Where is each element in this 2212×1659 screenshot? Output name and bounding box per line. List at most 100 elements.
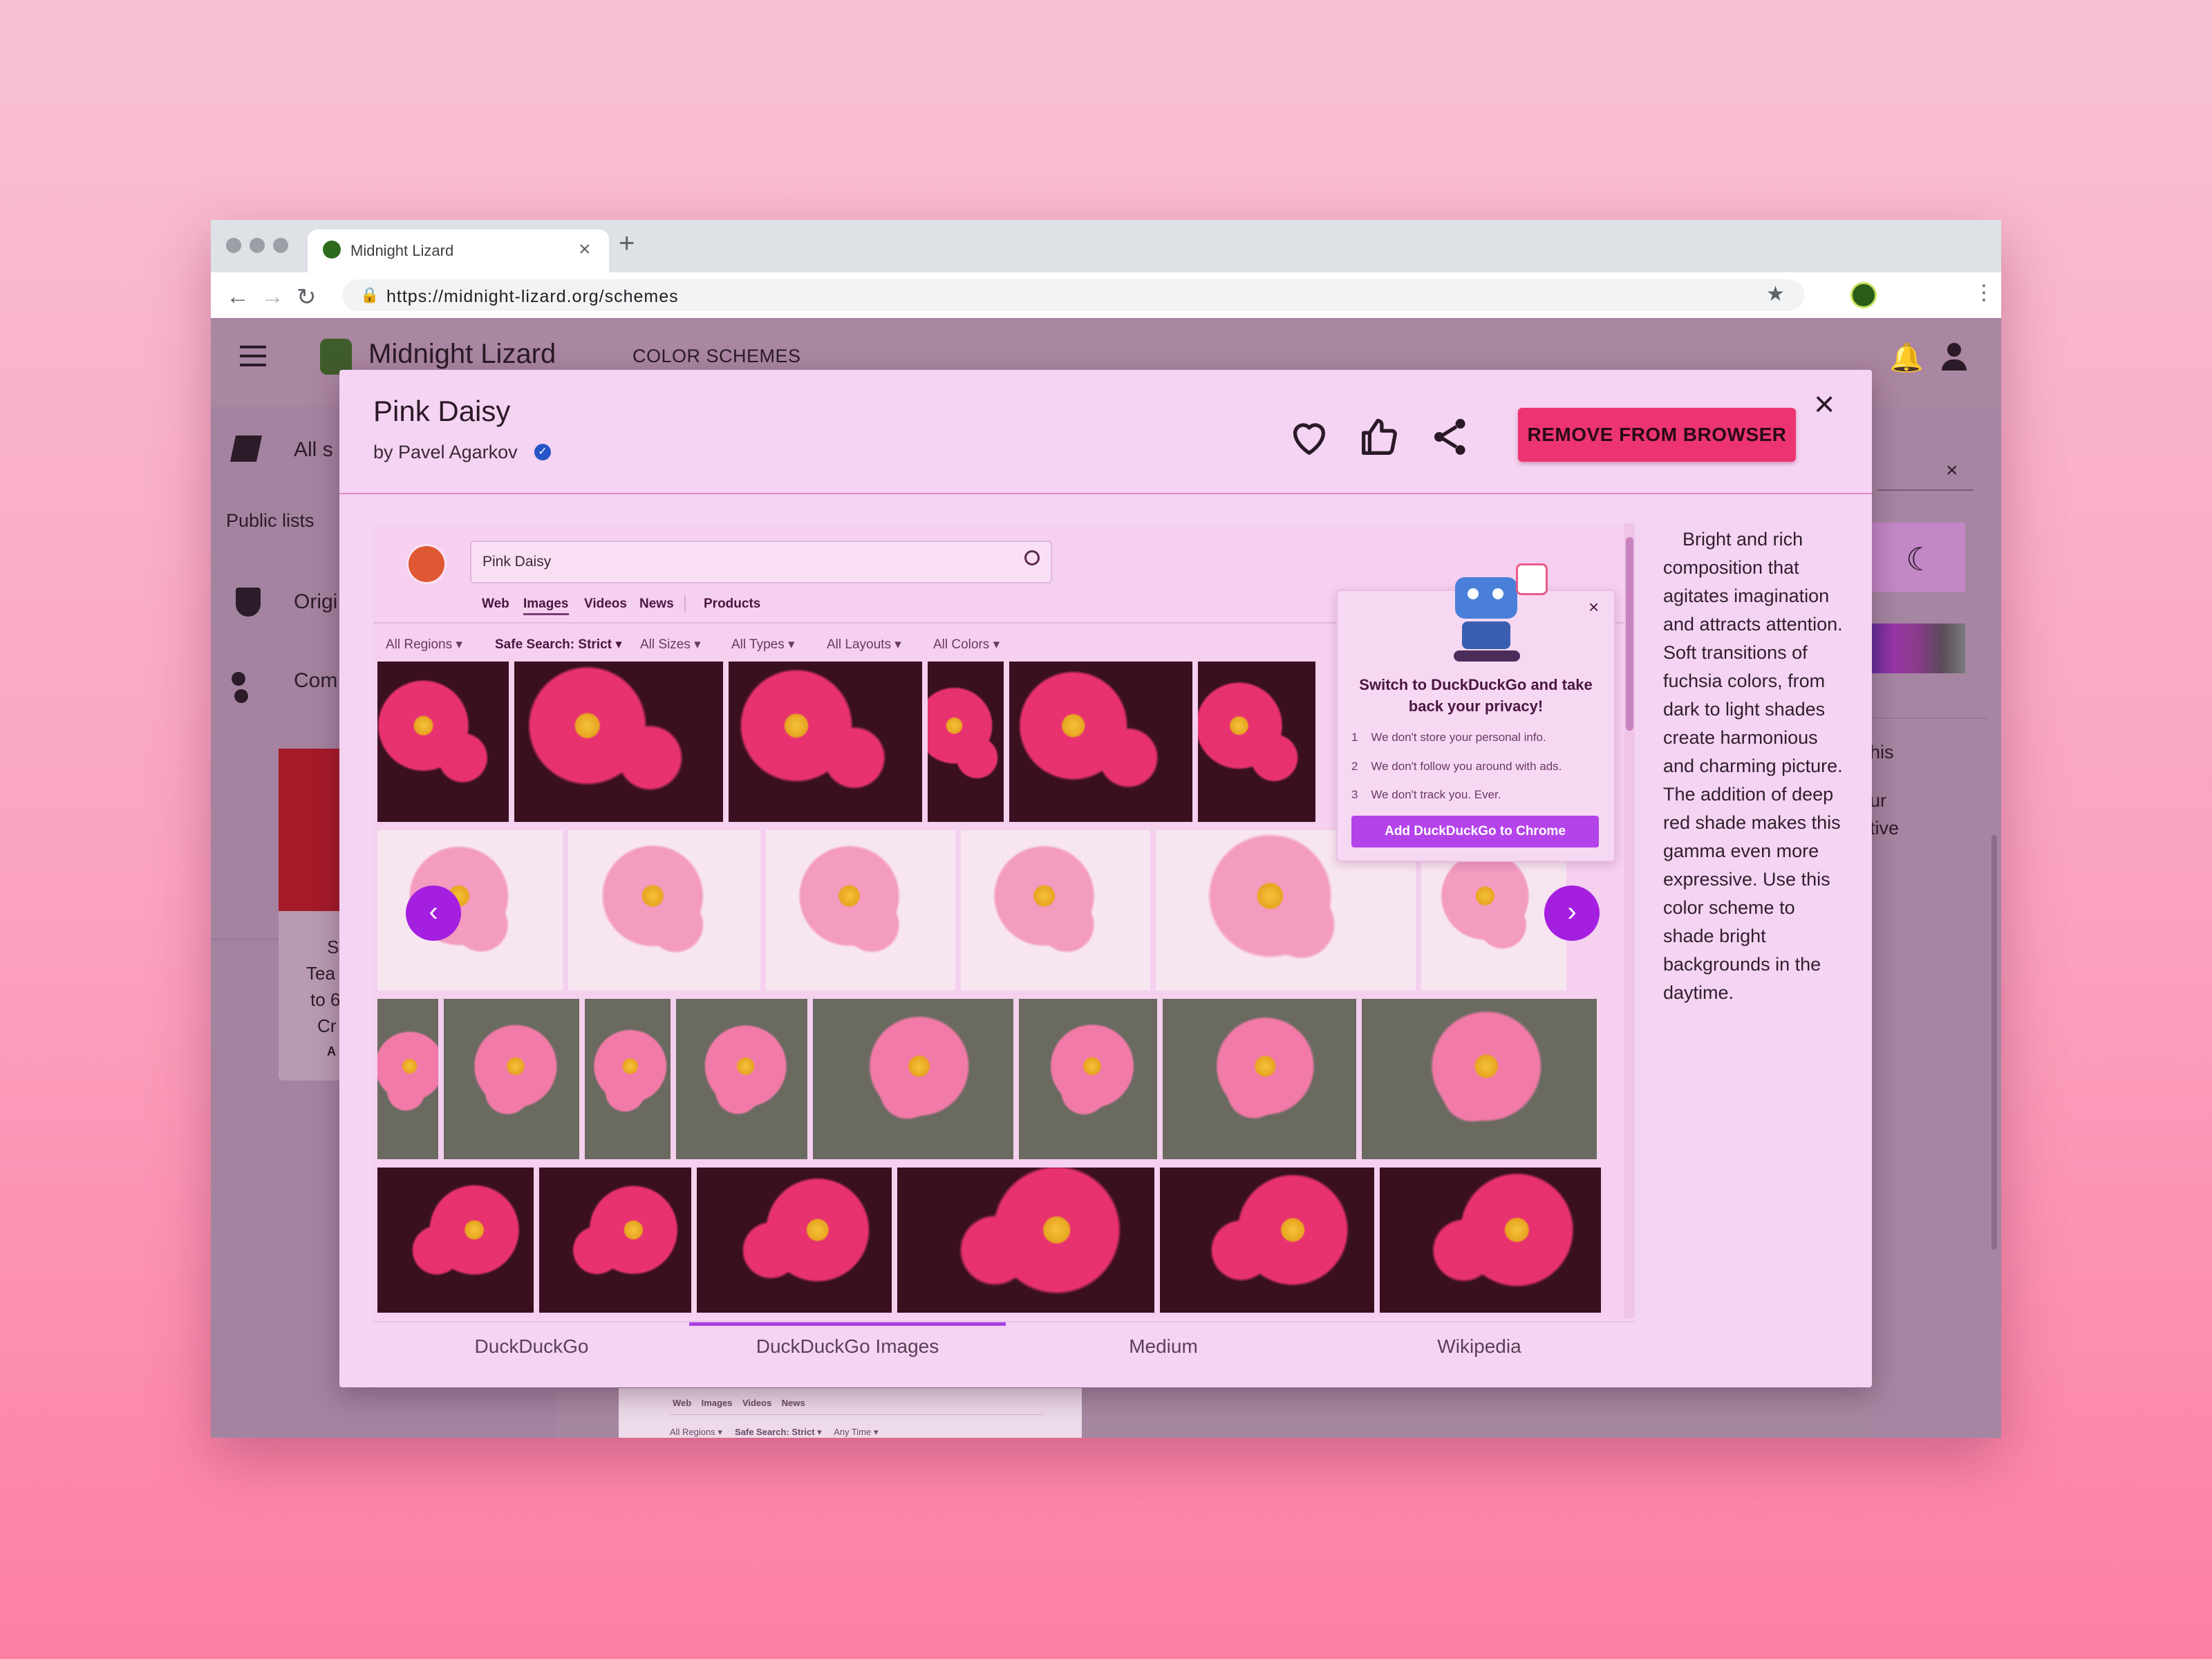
background-preview-thumbnail: Web Images Videos News All Regions ▾ Saf… bbox=[619, 1388, 1082, 1438]
image-result[interactable] bbox=[766, 830, 955, 991]
image-result[interactable] bbox=[1198, 662, 1315, 822]
popup-item-number: 2 bbox=[1351, 760, 1358, 773]
previous-slide-button[interactable]: ‹ bbox=[406, 885, 461, 941]
mini-filter: All Regions ▾ bbox=[670, 1427, 722, 1437]
image-result[interactable] bbox=[813, 999, 1013, 1159]
thumbs-up-like-icon[interactable] bbox=[1356, 413, 1404, 461]
heart-favorite-icon[interactable] bbox=[1285, 413, 1333, 461]
search-close-icon[interactable]: × bbox=[1946, 459, 1958, 482]
url-text[interactable]: https://midnight-lizard.org/schemes bbox=[386, 287, 679, 307]
mini-tab: Images bbox=[701, 1398, 733, 1408]
site-tab-medium[interactable]: Medium bbox=[1005, 1335, 1322, 1358]
card-text: Tea bbox=[306, 963, 335, 984]
mini-tab: News bbox=[781, 1398, 805, 1408]
image-result[interactable] bbox=[897, 1168, 1154, 1313]
browser-toolbar: ← → ↻ 🔒 https://midnight-lizard.org/sche… bbox=[211, 272, 2001, 319]
scheme-description: Bright and rich composition that agitate… bbox=[1663, 529, 1843, 1003]
remove-from-browser-button[interactable]: REMOVE FROM BROWSER bbox=[1518, 408, 1796, 462]
filter-types[interactable]: All Types ▾ bbox=[731, 637, 795, 653]
image-result[interactable] bbox=[585, 999, 671, 1159]
filter-regions[interactable]: All Regions ▾ bbox=[386, 637, 462, 653]
mini-filter: Safe Search: Strict ▾ bbox=[734, 1427, 822, 1437]
popup-close-icon[interactable]: × bbox=[1588, 597, 1599, 618]
sidebar-item-community[interactable]: Com bbox=[294, 669, 337, 693]
dialog-close-icon[interactable]: × bbox=[1814, 384, 1835, 425]
back-icon[interactable]: ← bbox=[226, 283, 250, 310]
hamburger-menu-icon[interactable] bbox=[240, 346, 266, 366]
image-result[interactable] bbox=[1160, 1168, 1374, 1313]
tab-title: Midnight Lizard bbox=[350, 242, 454, 259]
search-icon[interactable] bbox=[1024, 550, 1040, 565]
moon-icon: ☾ bbox=[1906, 541, 1935, 577]
preview-tab-videos[interactable]: Videos bbox=[584, 597, 627, 612]
sidebar-item-all[interactable]: All s bbox=[294, 438, 333, 462]
image-result[interactable] bbox=[676, 999, 807, 1159]
filter-colors[interactable]: All Colors ▾ bbox=[933, 637, 1000, 653]
preview-tab-news[interactable]: News bbox=[639, 597, 674, 612]
popup-item-number: 3 bbox=[1351, 788, 1358, 801]
image-result[interactable] bbox=[1163, 999, 1356, 1159]
preview-tab-web[interactable]: Web bbox=[482, 597, 509, 612]
address-bar[interactable]: 🔒 https://midnight-lizard.org/schemes ★ bbox=[342, 279, 1804, 311]
sidebar-item-original[interactable]: Origi bbox=[294, 590, 337, 614]
image-result[interactable] bbox=[539, 1168, 691, 1313]
preview-search-input[interactable]: Pink Daisy bbox=[470, 541, 1052, 583]
site-tab-wikipedia[interactable]: Wikipedia bbox=[1321, 1335, 1638, 1358]
filter-layouts[interactable]: All Layouts ▾ bbox=[827, 637, 901, 653]
site-tab-duckduckgo-images[interactable]: DuckDuckGo Images bbox=[689, 1335, 1006, 1358]
browser-tab[interactable]: Midnight Lizard × bbox=[308, 229, 609, 272]
duckduckgo-logo-icon bbox=[406, 544, 447, 584]
robot-illustration-icon bbox=[1434, 550, 1552, 667]
mini-tab: Web bbox=[673, 1398, 692, 1408]
browser-menu-icon[interactable]: ⋮ bbox=[1974, 281, 1994, 305]
filter-safe-search[interactable]: Safe Search: Strict ▾ bbox=[495, 637, 622, 653]
image-result[interactable] bbox=[1009, 662, 1192, 822]
notifications-bell-icon[interactable]: 🔔 bbox=[1889, 341, 1924, 374]
bookmark-star-icon[interactable]: ★ bbox=[1766, 282, 1785, 306]
share-icon[interactable] bbox=[1426, 413, 1474, 461]
next-slide-button[interactable]: › bbox=[1544, 885, 1600, 941]
image-result[interactable] bbox=[377, 999, 438, 1159]
image-result[interactable] bbox=[568, 830, 760, 991]
preview-tab-images[interactable]: Images bbox=[523, 597, 568, 612]
preview-tab-products[interactable]: Products bbox=[704, 597, 760, 612]
window-close-dot[interactable] bbox=[226, 238, 241, 253]
reload-icon[interactable]: ↻ bbox=[297, 283, 317, 311]
site-tab-duckduckgo[interactable]: DuckDuckGo bbox=[373, 1335, 690, 1358]
image-result[interactable] bbox=[697, 1168, 892, 1313]
filter-sizes[interactable]: All Sizes ▾ bbox=[640, 637, 701, 653]
image-result[interactable] bbox=[1380, 1168, 1601, 1313]
image-result[interactable] bbox=[961, 830, 1150, 991]
forward-icon[interactable]: → bbox=[261, 283, 284, 310]
tab-close-icon[interactable]: × bbox=[579, 238, 591, 261]
palette-strip bbox=[1870, 624, 1965, 673]
image-result[interactable] bbox=[729, 662, 922, 822]
image-result[interactable] bbox=[514, 662, 723, 822]
community-people-icon bbox=[232, 672, 265, 703]
account-icon[interactable] bbox=[1939, 343, 1969, 373]
image-result[interactable] bbox=[1019, 999, 1157, 1159]
window-maximize-dot[interactable] bbox=[273, 238, 288, 253]
shield-icon bbox=[236, 588, 261, 617]
popup-item: 1 We don't store your personal info. bbox=[1351, 731, 1546, 744]
active-tab-indicator bbox=[523, 613, 569, 615]
header-divider bbox=[339, 493, 1872, 494]
preview-scrollbar-thumb[interactable] bbox=[1626, 537, 1633, 731]
image-result[interactable] bbox=[928, 662, 1004, 822]
image-result[interactable] bbox=[1362, 999, 1597, 1159]
extension-lizard-icon[interactable] bbox=[1850, 282, 1877, 308]
image-result[interactable] bbox=[377, 662, 509, 822]
window-minimize-dot[interactable] bbox=[250, 238, 265, 253]
scheme-dialog: Pink Daisy by Pavel Agarkov ✓ REMOVE FRO… bbox=[339, 370, 1872, 1387]
add-to-chrome-button[interactable]: Add DuckDuckGo to Chrome bbox=[1351, 816, 1599, 847]
popup-item-text: We don't store your personal info. bbox=[1371, 731, 1546, 744]
scheme-preview[interactable]: Pink Daisy Web Images Videos News Produc… bbox=[373, 523, 1635, 1318]
new-tab-icon[interactable]: + bbox=[619, 228, 635, 259]
image-result[interactable] bbox=[444, 999, 579, 1159]
nav-color-schemes[interactable]: COLOR SCHEMES bbox=[632, 346, 801, 367]
image-result[interactable] bbox=[377, 1168, 534, 1313]
preview-scrollbar[interactable] bbox=[1624, 523, 1635, 1318]
dark-mode-card[interactable]: ☾ bbox=[1870, 523, 1965, 592]
popup-item-text: We don't follow you around with ads. bbox=[1371, 760, 1562, 773]
page-scrollbar[interactable] bbox=[1991, 835, 1997, 1250]
